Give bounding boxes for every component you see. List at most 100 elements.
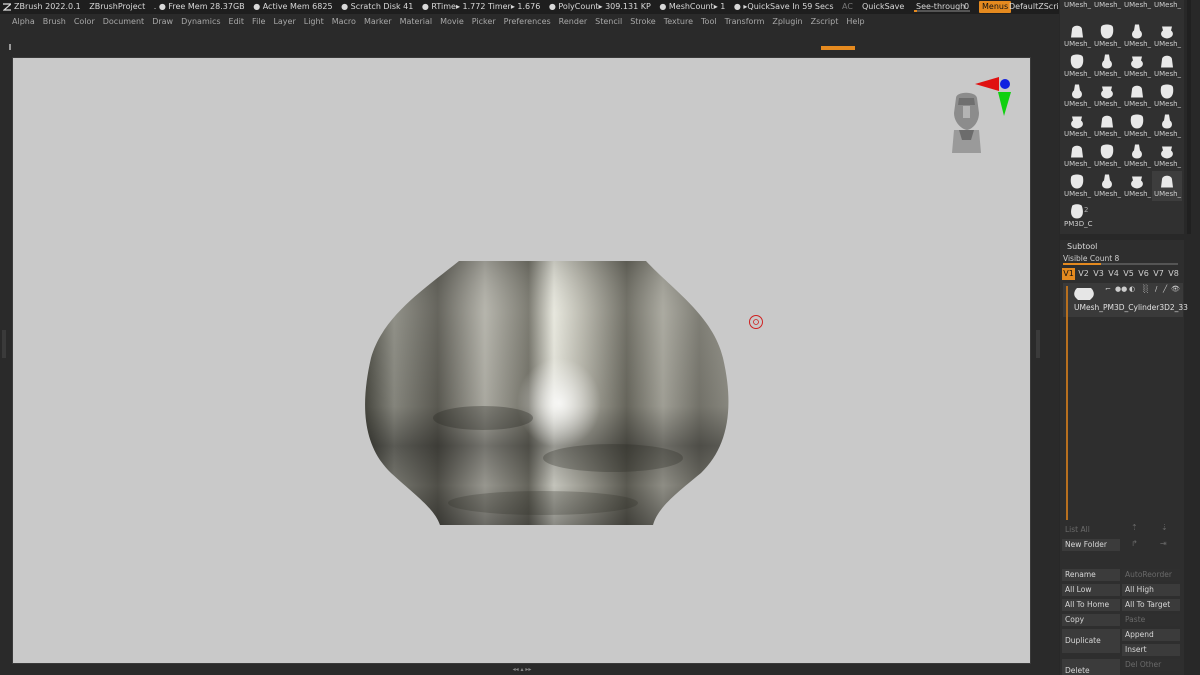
menu-marker[interactable]: Marker: [364, 15, 392, 29]
tool-tile[interactable]: UMesh_: [1062, 111, 1092, 141]
menu-zplugin[interactable]: Zplugin: [772, 15, 802, 29]
tool-tile[interactable]: UMesh_: [1092, 51, 1122, 81]
tool-tile[interactable]: UMesh_: [1062, 141, 1092, 171]
append-button[interactable]: Append: [1122, 629, 1180, 641]
tool-tile[interactable]: UMesh_: [1122, 0, 1152, 12]
menu-file[interactable]: File: [252, 15, 265, 29]
tool-tile[interactable]: UMesh_: [1152, 21, 1182, 51]
navigation-head-icon[interactable]: [952, 92, 981, 153]
menu-material[interactable]: Material: [400, 15, 433, 29]
del-other-button[interactable]: Del Other: [1122, 659, 1180, 671]
menu-movie[interactable]: Movie: [440, 15, 464, 29]
duplicate-button[interactable]: Duplicate: [1062, 629, 1120, 653]
tool-tile[interactable]: UMesh_: [1092, 81, 1122, 111]
vase-mesh[interactable]: [365, 261, 729, 525]
menu-light[interactable]: Light: [304, 15, 324, 29]
auto-reorder-button[interactable]: AutoReorder: [1122, 569, 1180, 581]
document-viewport[interactable]: [12, 57, 1031, 664]
see-through-slider[interactable]: [914, 10, 970, 12]
tool-tile-pm3d[interactable]: PM3D_C 2: [1062, 201, 1093, 231]
paste-button[interactable]: Paste: [1122, 614, 1180, 626]
tool-tile[interactable]: UMesh_: [1062, 81, 1092, 111]
menu-layer[interactable]: Layer: [273, 15, 295, 29]
move-up-icon[interactable]: ⇡: [1131, 523, 1138, 532]
left-tray-handle[interactable]: [2, 330, 6, 358]
quicksave-button[interactable]: QuickSave: [862, 0, 904, 14]
menu-color[interactable]: Color: [74, 15, 95, 29]
axis-gizmo-icon[interactable]: [975, 77, 1011, 116]
menu-zscript[interactable]: Zscript: [811, 15, 839, 29]
visibility-set-v2[interactable]: V2: [1077, 268, 1090, 280]
subtool-title[interactable]: Subtool: [1067, 242, 1097, 251]
tool-tile[interactable]: UMesh_: [1152, 171, 1182, 201]
tool-tile[interactable]: UMesh_: [1122, 51, 1152, 81]
menu-brush[interactable]: Brush: [43, 15, 66, 29]
tool-tile[interactable]: UMesh_: [1092, 111, 1122, 141]
menu-preferences[interactable]: Preferences: [504, 15, 551, 29]
copy-button[interactable]: Copy: [1062, 614, 1120, 626]
tool-tile[interactable]: UMesh_: [1152, 111, 1182, 141]
visibility-set-v7[interactable]: V7: [1152, 268, 1165, 280]
menu-picker[interactable]: Picker: [472, 15, 496, 29]
tool-tile[interactable]: UMesh_: [1122, 141, 1152, 171]
menu-texture[interactable]: Texture: [664, 15, 693, 29]
bottom-tray-handle[interactable]: ◂◂ ▴ ▸▸: [482, 667, 562, 673]
rename-button[interactable]: Rename: [1062, 569, 1120, 581]
mask-icon[interactable]: /: [1155, 285, 1157, 293]
arrow-right-icon[interactable]: ⇥: [1160, 539, 1167, 548]
visible-count-slider[interactable]: [1063, 263, 1178, 265]
tool-tile[interactable]: UMesh_: [1092, 21, 1122, 51]
brush-icon[interactable]: ⌐: [1105, 285, 1111, 293]
menu-macro[interactable]: Macro: [332, 15, 356, 29]
menu-stroke[interactable]: Stroke: [630, 15, 656, 29]
solo-icon[interactable]: ╱: [1163, 285, 1167, 293]
material-icon[interactable]: ◐: [1129, 285, 1135, 293]
visibility-set-v6[interactable]: V6: [1137, 268, 1150, 280]
new-folder-button[interactable]: New Folder: [1062, 539, 1120, 551]
menu-stencil[interactable]: Stencil: [595, 15, 622, 29]
menu-edit[interactable]: Edit: [229, 15, 245, 29]
tool-tile[interactable]: UMesh_: [1062, 171, 1092, 201]
visibility-set-v5[interactable]: V5: [1122, 268, 1135, 280]
visibility-set-v8[interactable]: V8: [1167, 268, 1180, 280]
tool-tile[interactable]: UMesh_: [1152, 51, 1182, 81]
list-all-button[interactable]: List All: [1062, 524, 1120, 536]
visibility-set-v3[interactable]: V3: [1092, 268, 1105, 280]
menu-transform[interactable]: Transform: [725, 15, 765, 29]
delete-button[interactable]: Delete: [1062, 659, 1120, 675]
all-low-button[interactable]: All Low: [1062, 584, 1120, 596]
tool-tile[interactable]: UMesh_: [1122, 81, 1152, 111]
all-to-target-button[interactable]: All To Target: [1122, 599, 1180, 611]
tool-tile[interactable]: UMesh_: [1062, 21, 1092, 51]
menu-document[interactable]: Document: [103, 15, 144, 29]
tool-grid-scrollbar[interactable]: [1187, 0, 1191, 234]
tool-tile[interactable]: UMesh_: [1122, 171, 1152, 201]
move-down-icon[interactable]: ⇣: [1161, 523, 1168, 532]
tool-tile[interactable]: UMesh_: [1152, 141, 1182, 171]
all-to-home-button[interactable]: All To Home: [1062, 599, 1120, 611]
tool-tile[interactable]: UMesh_: [1122, 111, 1152, 141]
right-tray-handle[interactable]: [1036, 330, 1040, 358]
tool-tile[interactable]: UMesh_: [1122, 21, 1152, 51]
tool-tile[interactable]: UMesh_: [1092, 171, 1122, 201]
shadow-icon[interactable]: ░: [1143, 285, 1148, 293]
tool-tile[interactable]: UMesh_: [1092, 0, 1122, 12]
insert-button[interactable]: Insert: [1122, 644, 1180, 656]
subtool-list-scrollbar[interactable]: [1066, 286, 1068, 520]
subtool-item[interactable]: ⌐ ●● ◐ ░ / ╱ 👁 UMesh_PM3D_Cylinder3D2_33: [1063, 283, 1188, 317]
visibility-set-v1[interactable]: V1: [1062, 268, 1075, 280]
menu-alpha[interactable]: Alpha: [12, 15, 35, 29]
menu-render[interactable]: Render: [559, 15, 587, 29]
menu-dynamics[interactable]: Dynamics: [181, 15, 220, 29]
all-high-button[interactable]: All High: [1122, 584, 1180, 596]
menu-tool[interactable]: Tool: [701, 15, 717, 29]
ac-button[interactable]: AC: [842, 0, 853, 14]
menus-toggle[interactable]: Menus: [979, 1, 1012, 13]
arrow-curve-icon[interactable]: ↱: [1131, 539, 1138, 548]
menu-draw[interactable]: Draw: [152, 15, 173, 29]
tool-tile[interactable]: UMesh_: [1062, 51, 1092, 81]
polypaint-icon[interactable]: ●●: [1115, 285, 1127, 293]
tool-tile[interactable]: UMesh_: [1152, 0, 1182, 12]
tool-tile[interactable]: UMesh_: [1092, 141, 1122, 171]
visibility-eye-icon[interactable]: 👁: [1171, 285, 1180, 293]
